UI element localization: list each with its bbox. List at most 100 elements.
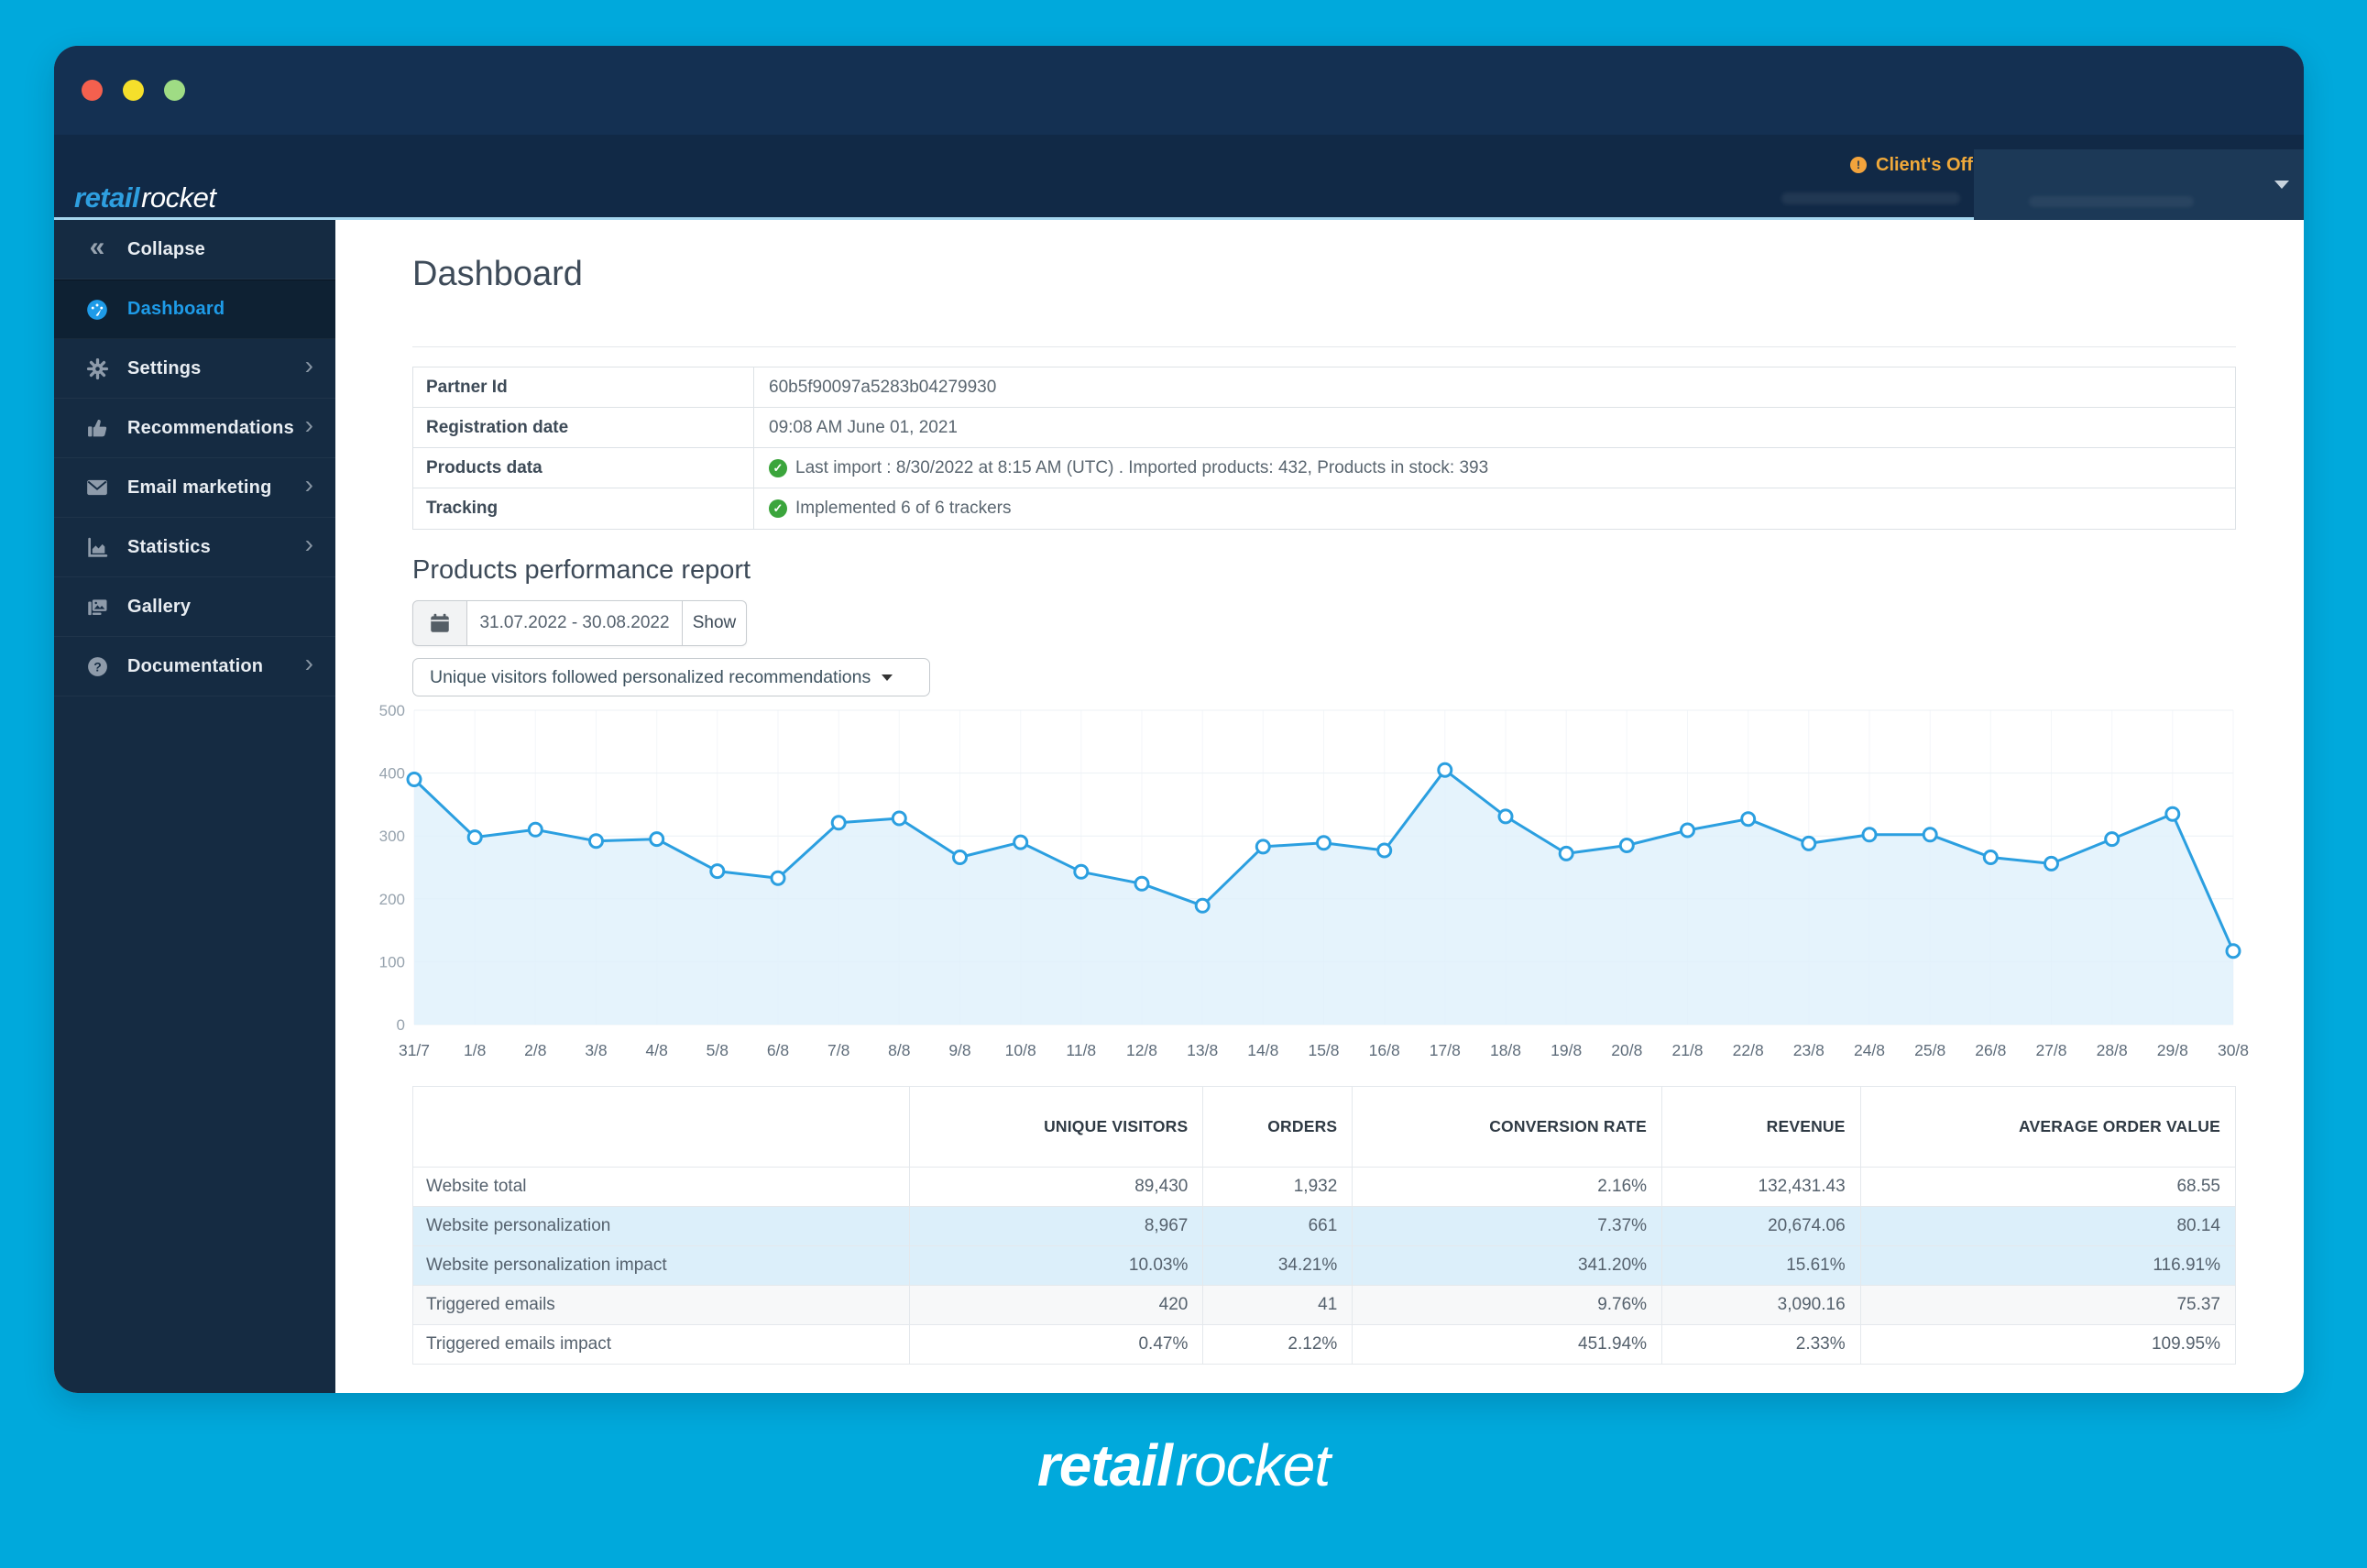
cell-value: 1,932: [1202, 1167, 1353, 1207]
svg-text:18/8: 18/8: [1490, 1041, 1521, 1059]
cell-value: 75.37: [1859, 1285, 2237, 1325]
cell-value: 661: [1202, 1206, 1353, 1246]
sidebar-item-label: Recommendations: [127, 417, 294, 438]
dashboard-icon: [85, 298, 109, 322]
svg-text:17/8: 17/8: [1430, 1041, 1461, 1059]
performance-table: UNIQUE VISITORS ORDERS CONVERSION RATE REVE…: [411, 1086, 2237, 1365]
svg-text:16/8: 16/8: [1369, 1041, 1400, 1059]
minimize-window-button[interactable]: [123, 80, 144, 101]
logo-retail: retail: [74, 181, 140, 214]
info-value-text: 60b5f90097a5283b04279930: [769, 377, 997, 397]
sidebar-collapse-label: Collapse: [127, 238, 205, 259]
table-row-website-personalization: Website personalization 8,967 661 7.37% 20,6…: [411, 1206, 2237, 1246]
sidebar-item-label: Email marketing: [127, 477, 272, 498]
date-range-input[interactable]: 31.07.2022 - 30.08.2022: [467, 600, 683, 646]
client-name-redacted: [1781, 192, 1960, 204]
account-dropdown[interactable]: [1974, 149, 2304, 220]
svg-text:1/8: 1/8: [464, 1041, 486, 1059]
info-row-products-data: Products data ✓ Last import : 8/30/2022 at…: [413, 448, 2235, 488]
row-label: Triggered emails impact: [411, 1324, 911, 1365]
calendar-button[interactable]: [412, 600, 467, 646]
svg-text:30/8: 30/8: [2218, 1041, 2249, 1059]
calendar-icon: [431, 613, 449, 632]
cell-value: 116.91%: [1859, 1245, 2237, 1286]
row-label: Website personalization: [411, 1206, 911, 1246]
date-range-picker: 31.07.2022 - 30.08.2022 Show: [412, 600, 747, 646]
svg-text:19/8: 19/8: [1551, 1041, 1582, 1059]
sidebar-item-label: Gallery: [127, 596, 192, 617]
info-value: 09:08 AM June 01, 2021: [754, 408, 958, 447]
row-label: Website total: [411, 1167, 911, 1207]
chevron-right-icon: ›: [304, 530, 313, 558]
svg-text:400: 400: [379, 765, 405, 783]
question-icon: ?: [85, 654, 109, 678]
cell-value: 109.95%: [1859, 1324, 2237, 1365]
svg-text:13/8: 13/8: [1187, 1041, 1218, 1059]
cell-value: 34.21%: [1202, 1245, 1353, 1286]
svg-text:23/8: 23/8: [1793, 1041, 1825, 1059]
metric-select-dropdown[interactable]: Unique visitors followed personalized re…: [412, 658, 930, 696]
column-header-orders: ORDERS: [1202, 1086, 1353, 1168]
chevron-right-icon: ›: [304, 411, 313, 439]
cell-value: 2.16%: [1352, 1167, 1663, 1207]
svg-text:24/8: 24/8: [1854, 1041, 1885, 1059]
sidebar-item-statistics[interactable]: Statistics ›: [54, 518, 335, 577]
footer-logo-retail: retail: [1036, 1432, 1173, 1498]
svg-text:21/8: 21/8: [1671, 1041, 1703, 1059]
svg-text:29/8: 29/8: [2157, 1041, 2188, 1059]
metric-select-label: Unique visitors followed personalized re…: [430, 666, 871, 687]
divider: [412, 346, 2236, 347]
info-value: ✓ Implemented 6 of 6 trackers: [754, 488, 1012, 529]
cell-value: 80.14: [1859, 1206, 2237, 1246]
cell-value: 132,431.43: [1661, 1167, 1861, 1207]
svg-text:200: 200: [379, 891, 405, 908]
performance-chart[interactable]: 0 100 200 300 400 500 31/7 1/8 2/8 3/8 4/8 5/8 6/8 7/…: [367, 696, 2251, 1072]
svg-text:15/8: 15/8: [1308, 1041, 1339, 1059]
sidebar-item-gallery[interactable]: Gallery: [54, 577, 335, 637]
info-label: Registration date: [413, 408, 754, 447]
chevron-down-icon: [2274, 181, 2289, 189]
caret-down-icon: [882, 674, 893, 681]
cell-value: 15.61%: [1661, 1245, 1861, 1286]
svg-text:6/8: 6/8: [767, 1041, 789, 1059]
svg-text:25/8: 25/8: [1914, 1041, 1945, 1059]
retailrocket-logo: retailrocket: [74, 181, 216, 214]
svg-text:14/8: 14/8: [1247, 1041, 1278, 1059]
sidebar-item-recommendations[interactable]: Recommendations ›: [54, 399, 335, 458]
info-value: 60b5f90097a5283b04279930: [754, 367, 996, 407]
account-info-table: Partner Id 60b5f90097a5283b04279930 Regist…: [412, 367, 2236, 530]
svg-text:22/8: 22/8: [1733, 1041, 1764, 1059]
app-window: retailrocket ! Client's Office « Collaps…: [54, 46, 2304, 1393]
sidebar-item-dashboard[interactable]: Dashboard: [54, 280, 335, 339]
svg-text:300: 300: [379, 828, 405, 845]
sidebar-collapse-button[interactable]: « Collapse: [54, 220, 335, 280]
column-header-average-order-value: AVERAGE ORDER VALUE: [1859, 1086, 2237, 1168]
info-row-tracking: Tracking ✓ Implemented 6 of 6 trackers: [413, 488, 2235, 529]
svg-text:100: 100: [379, 953, 405, 970]
show-button[interactable]: Show: [683, 600, 747, 646]
column-header-unique-visitors: UNIQUE VISITORS: [909, 1086, 1204, 1168]
sidebar-item-email-marketing[interactable]: Email marketing ›: [54, 458, 335, 518]
sidebar-item-documentation[interactable]: ? Documentation ›: [54, 637, 335, 696]
svg-text:28/8: 28/8: [2097, 1041, 2128, 1059]
column-header-conversion-rate: CONVERSION RATE: [1352, 1086, 1663, 1168]
check-circle-icon: ✓: [769, 458, 787, 477]
info-label: Tracking: [413, 488, 754, 529]
account-name-redacted: [2029, 196, 2194, 207]
sidebar-item-settings[interactable]: Settings ›: [54, 339, 335, 399]
svg-text:7/8: 7/8: [827, 1041, 849, 1059]
cell-value: 2.12%: [1202, 1324, 1353, 1365]
close-window-button[interactable]: [82, 80, 103, 101]
row-label: Triggered emails: [411, 1285, 911, 1325]
maximize-window-button[interactable]: [164, 80, 185, 101]
svg-text:?: ?: [93, 659, 102, 674]
cell-value: 0.47%: [909, 1324, 1204, 1365]
footer-logo-rocket: rocket: [1175, 1432, 1331, 1498]
cell-value: 451.94%: [1352, 1324, 1663, 1365]
sidebar-item-label: Settings: [127, 357, 202, 378]
gear-icon: [85, 356, 109, 380]
info-value: ✓ Last import : 8/30/2022 at 8:15 AM (UTC…: [754, 448, 1488, 488]
sidebar-item-label: Dashboard: [127, 299, 225, 319]
table-header-row: UNIQUE VISITORS ORDERS CONVERSION RATE REVE…: [411, 1086, 2237, 1168]
svg-text:27/8: 27/8: [2035, 1041, 2066, 1059]
